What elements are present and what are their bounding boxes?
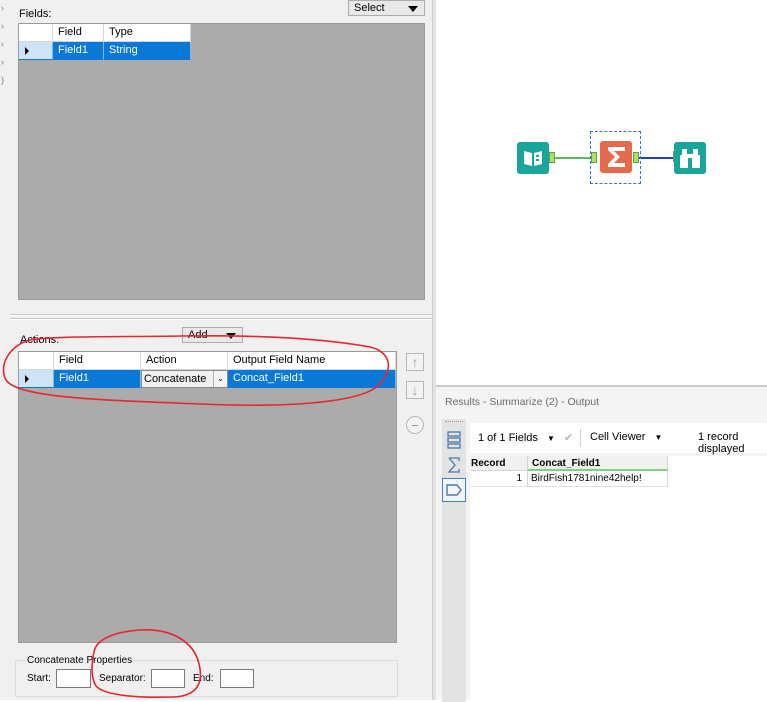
concatenate-properties-label: Concatenate Properties [26,655,134,666]
table-row[interactable]: Field1 String [19,42,191,60]
connection-line[interactable] [552,157,590,159]
cell-viewer-label: Cell Viewer [590,431,646,443]
add-dropdown[interactable]: Add [182,327,243,343]
end-input[interactable] [220,669,254,688]
arrow-down-icon: ↓ [411,382,419,398]
cell-type[interactable]: String [104,42,191,60]
strip-mark: › [1,57,4,67]
workflow-canvas[interactable] [436,0,767,385]
minus-icon: − [411,417,419,433]
results-table-area: Record Concat_Field1 1 BirdFish1781nine4… [470,456,767,702]
remove-button[interactable]: − [406,416,424,434]
metadata-button[interactable] [443,454,465,476]
column-header-type[interactable]: Type [104,24,191,42]
tag-icon [446,484,462,496]
actions-grid[interactable]: Field Action Output Field Name Field1 Co… [18,351,397,643]
end-label: End: [193,673,214,684]
fields-count-label: 1 of 1 Fields [478,432,538,444]
left-collapsed-strip[interactable]: › › ‹ › ) [0,0,8,100]
separator-label: Separator: [99,673,146,684]
cell-viewer-dropdown[interactable]: Cell Viewer ▼ [590,431,662,443]
column-header-record[interactable]: Record [470,456,528,471]
chevron-down-icon: ▼ [654,433,663,442]
chevron-down-icon[interactable]: ⌄ [213,371,227,387]
arrow-up-icon: ↑ [411,354,419,370]
separator-input[interactable] [151,669,185,688]
fields-label: Fields: [19,8,52,20]
records-displayed: 1 record displayed [698,431,745,455]
summarize-tool[interactable] [600,141,632,173]
start-label: Start: [27,673,51,684]
column-header-field[interactable]: Field [53,24,104,42]
column-header-concat-field1[interactable]: Concat_Field1 [528,456,668,471]
toolbar-separator [580,429,581,447]
row-pointer-icon [25,375,29,383]
rail-grip [445,421,463,423]
sigma-icon [608,147,625,167]
output-anchor[interactable] [633,152,639,163]
column-header-action[interactable]: Action [141,352,228,370]
row-indicator-header [19,352,54,370]
actions-label: Actions: [20,334,60,346]
cell-concat-value[interactable]: BirdFish1781nine42help! [528,471,668,487]
cell-field[interactable]: Field1 [54,370,141,388]
input-data-tool[interactable] [517,142,549,174]
chevron-down-icon [408,6,418,12]
configuration-panel: › › ‹ › ) Fields: Select Field Type Fiel… [0,0,436,700]
splitter-line[interactable] [10,318,432,320]
row-pointer-icon [25,47,29,55]
action-select-value: Concatenate [144,373,207,385]
table-row[interactable]: Field1 Concatenate ⌄ Concat_Field1 [19,370,396,388]
strip-mark: ) [1,75,4,85]
column-header-field[interactable]: Field [54,352,141,370]
binoculars-icon [680,149,700,168]
results-icon-rail [442,419,466,702]
action-select[interactable]: Concatenate ⌄ [141,370,228,388]
row-indicator-header [19,24,53,42]
cell-field[interactable]: Field1 [53,42,104,60]
add-dropdown-label: Add [188,329,208,341]
fields-count-dropdown[interactable]: 1 of 1 Fields ▼ ✔ [478,431,573,444]
row-selector[interactable] [19,42,53,60]
sigma-icon [447,457,460,473]
tag-view-button[interactable] [442,478,466,502]
strip-mark: ‹ [1,39,4,49]
browse-tool[interactable] [674,142,706,174]
data-view-button[interactable] [443,429,465,451]
chevron-down-icon: ▼ [546,434,555,443]
fields-grid-header: Field Type [19,24,191,42]
fields-grid[interactable]: Field Type Field1 String [18,23,425,300]
table-rows-icon [447,431,461,449]
move-down-button[interactable]: ↓ [406,381,424,399]
start-input[interactable] [56,669,91,688]
results-title: Results - Summarize (2) - Output [445,396,600,408]
chevron-down-icon [226,333,236,339]
strip-mark: › [1,21,4,31]
results-toolbar: 1 of 1 Fields ▼ ✔ Cell Viewer ▼ 1 record… [470,423,767,455]
output-anchor[interactable] [549,152,555,163]
strip-mark: › [1,3,4,13]
checkmark-icon[interactable]: ✔ [564,432,573,444]
cell-output-field-name[interactable]: Concat_Field1 [228,370,396,388]
row-selector[interactable] [19,370,54,388]
move-up-button[interactable]: ↑ [406,353,424,371]
cell-record[interactable]: 1 [470,471,528,487]
select-dropdown-label: Select [354,2,385,14]
actions-grid-header: Field Action Output Field Name [19,352,396,370]
book-icon [524,151,542,166]
splitter-line[interactable] [10,314,432,316]
results-pane: Results - Summarize (2) - Output 1 of 1 … [436,385,767,702]
select-dropdown[interactable]: Select [348,0,425,16]
input-anchor[interactable] [591,152,597,163]
column-header-output-field-name[interactable]: Output Field Name [228,352,396,370]
connection-line[interactable] [639,157,673,159]
